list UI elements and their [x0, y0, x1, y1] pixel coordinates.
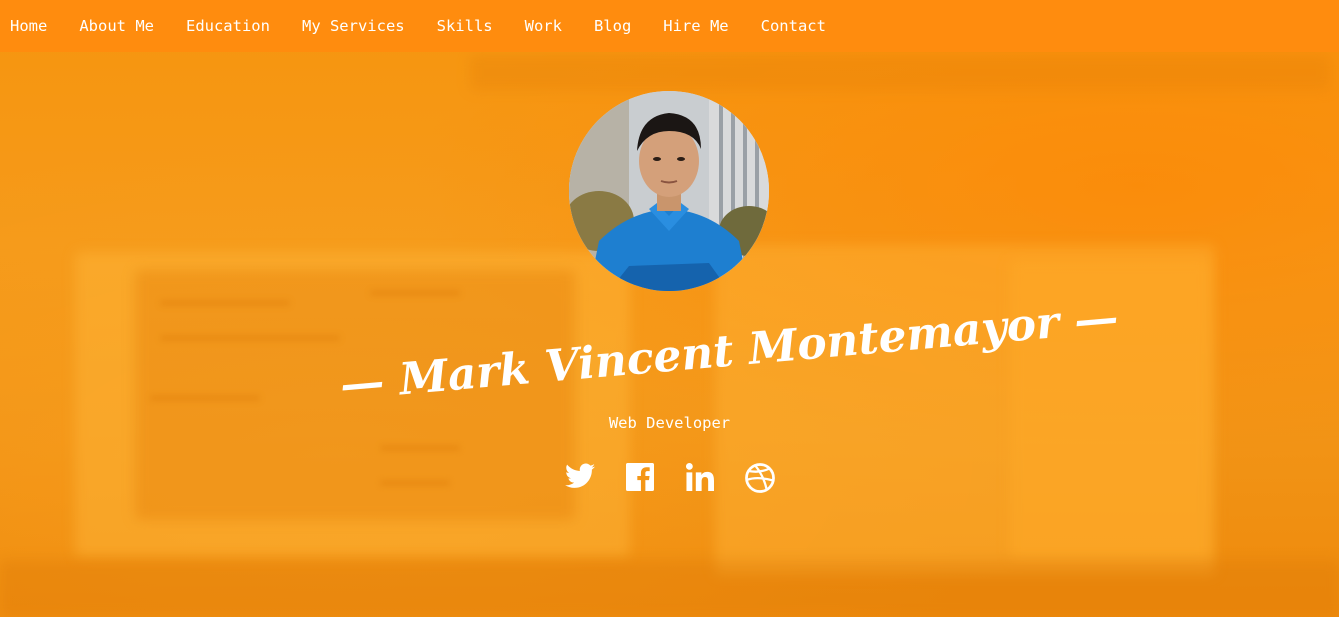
- hero-name: — Mark Vincent Montemayor —: [337, 291, 1121, 411]
- background-blur-line: [380, 445, 460, 451]
- nav-skills[interactable]: Skills: [437, 17, 493, 35]
- nav-blog[interactable]: Blog: [594, 17, 631, 35]
- name-heading-wrapper: — Mark Vincent Montemayor —: [338, 292, 1120, 415]
- profile-photo-icon: [569, 91, 769, 291]
- nav-my-services[interactable]: My Services: [302, 17, 405, 35]
- background-blur-line: [160, 300, 290, 306]
- nav-education[interactable]: Education: [186, 17, 270, 35]
- linkedin-icon: [685, 463, 714, 491]
- background-blur-shape: [470, 55, 1330, 90]
- top-navigation: Home About Me Education My Services Skil…: [0, 0, 1339, 52]
- avatar: [569, 91, 769, 291]
- background-blur-line: [370, 290, 460, 296]
- nav-about-me[interactable]: About Me: [79, 17, 154, 35]
- nav-hire-me[interactable]: Hire Me: [663, 17, 728, 35]
- nav-contact[interactable]: Contact: [761, 17, 826, 35]
- nav-home[interactable]: Home: [10, 17, 47, 35]
- facebook-icon: [625, 463, 654, 491]
- dribbble-icon: [744, 463, 775, 493]
- facebook-link[interactable]: [625, 460, 655, 496]
- linkedin-link[interactable]: [685, 460, 715, 496]
- dribbble-link[interactable]: [744, 460, 775, 496]
- social-links: [0, 460, 1339, 496]
- hero-role: Web Developer: [608, 414, 731, 432]
- nav-work[interactable]: Work: [525, 17, 562, 35]
- background-blur-line: [160, 335, 340, 341]
- twitter-icon: [564, 463, 595, 488]
- background-blur-line: [150, 395, 260, 401]
- background-blur-shape: [0, 560, 1339, 617]
- twitter-link[interactable]: [564, 460, 595, 496]
